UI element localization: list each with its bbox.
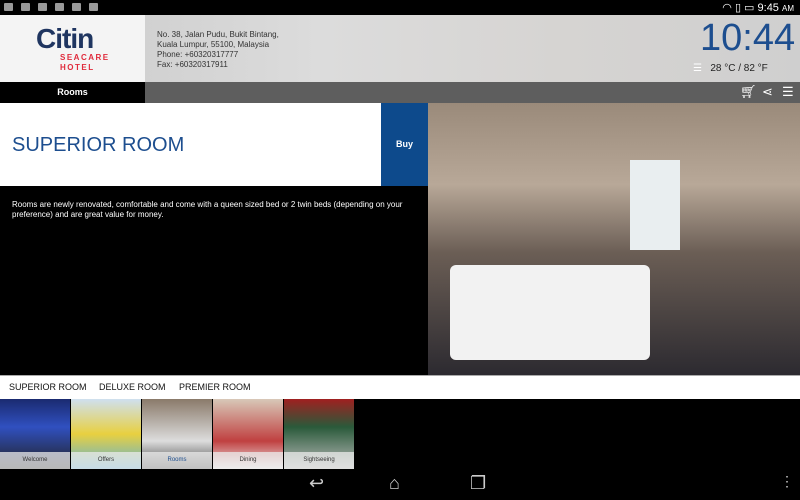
overflow-menu-icon[interactable]: ⋮	[780, 473, 794, 490]
wifi-icon: ◠ ▯ ▭	[722, 2, 758, 14]
menu-icon[interactable]: ☰	[782, 84, 794, 100]
thumb-label: Sightseeing	[284, 452, 354, 469]
room-title: SUPERIOR ROOM	[12, 134, 185, 156]
notification-icon	[72, 3, 81, 11]
thumb-label: Rooms	[142, 452, 212, 469]
thumb-label: Dining	[213, 452, 283, 469]
thumb-offers[interactable]: Offers	[71, 399, 141, 469]
notification-icon	[21, 3, 30, 11]
tab-premier-room[interactable]: PREMIER ROOM	[179, 382, 251, 392]
phone: Phone: +60320317777	[157, 50, 239, 59]
tab-deluxe-room[interactable]: DELUXE ROOM	[99, 382, 166, 392]
address-line: No. 38, Jalan Pudu, Bukit Bintang,	[157, 30, 279, 39]
notification-icon	[89, 3, 98, 11]
room-description: Rooms are newly renovated, comfortable a…	[12, 200, 403, 219]
weather: ☰ 28 °C / 82 °F	[693, 63, 768, 74]
cloud-icon: ☰	[693, 63, 702, 74]
cart-icon[interactable]: 🛒︎	[740, 84, 757, 100]
logo-text: Citin	[36, 23, 94, 54]
room-photo-bed	[450, 265, 650, 360]
system-nav-bar: ↩ ⌂ ❐ ⋮	[0, 469, 800, 500]
notification-icon	[4, 3, 13, 11]
logo-sub2: HOTEL	[60, 63, 95, 72]
thumb-rooms[interactable]: Rooms	[142, 399, 212, 469]
back-icon[interactable]: ↩	[309, 473, 324, 494]
thumb-label: Offers	[71, 452, 141, 469]
thumb-sightseeing[interactable]: Sightseeing	[284, 399, 354, 469]
status-ampm: AM	[782, 4, 794, 13]
address-line: Kuala Lumpur, 55100, Malaysia	[157, 40, 270, 49]
notification-icon	[38, 3, 47, 11]
room-photo-window	[630, 160, 680, 250]
thumb-label: Welcome	[0, 452, 70, 469]
status-bar: ◠ ▯ ▭ 9:45 AM	[0, 0, 800, 15]
status-time: 9:45	[757, 2, 779, 14]
logo-sub1: SEACARE	[60, 53, 110, 62]
fax: Fax: +60320317911	[157, 60, 228, 69]
hotel-address: No. 38, Jalan Pudu, Bukit Bintang, Kuala…	[157, 30, 279, 70]
hotel-logo: Citin SEACARE HOTEL	[0, 15, 145, 82]
thumb-welcome[interactable]: Welcome	[0, 399, 70, 469]
tab-superior-room[interactable]: SUPERIOR ROOM	[9, 382, 87, 392]
clock: 10:44	[700, 17, 796, 59]
home-icon[interactable]: ⌂	[389, 473, 400, 494]
thumb-dining[interactable]: Dining	[213, 399, 283, 469]
buy-button[interactable]: Buy	[381, 103, 428, 186]
status-clock: ◠ ▯ ▭ 9:45 AM	[722, 1, 794, 14]
notification-icon	[55, 3, 64, 11]
share-icon[interactable]: ⋖	[762, 84, 773, 100]
temperature: 28 °C / 82 °F	[710, 63, 768, 74]
nav-tab-rooms[interactable]: Rooms	[0, 82, 145, 103]
recent-apps-icon[interactable]: ❐	[470, 473, 486, 494]
